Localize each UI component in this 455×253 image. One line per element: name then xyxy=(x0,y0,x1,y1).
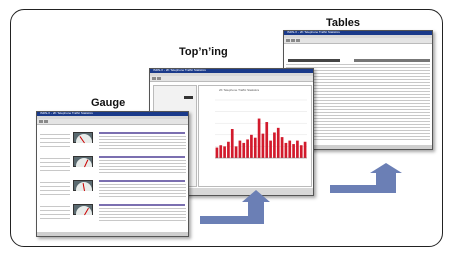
chart-bar xyxy=(215,147,219,158)
gauge-table-row xyxy=(99,142,186,143)
gauge-dial xyxy=(73,156,93,168)
toolbar-button[interactable] xyxy=(286,39,290,42)
topning-toolbar xyxy=(150,76,313,82)
gauge-info-line xyxy=(40,182,70,183)
arrow-to-tables xyxy=(330,163,402,193)
gauge-info-line xyxy=(40,166,70,167)
toolbar-button[interactable] xyxy=(39,120,43,123)
gauge-dial xyxy=(73,204,93,216)
toolbar-button[interactable] xyxy=(152,77,156,80)
chart-bar xyxy=(276,127,280,158)
chart-bar xyxy=(250,134,253,158)
chart-bar xyxy=(265,122,269,158)
tables-window-title: ISDN-X - 2K Telephone Traffic Statistics xyxy=(287,30,340,34)
gauge-table-row xyxy=(99,145,186,146)
gauge-statusbar xyxy=(37,232,188,236)
gauge-table-row xyxy=(99,163,186,164)
tables-label: Tables xyxy=(326,17,361,29)
gauge-table-header xyxy=(99,132,185,134)
gauge-table-row xyxy=(99,220,186,221)
gauge-info-line xyxy=(40,134,70,135)
tables-toolbar xyxy=(284,38,432,44)
gauge-info-line xyxy=(40,194,70,195)
chart-bar xyxy=(219,145,223,158)
gauge-table-row xyxy=(99,148,186,149)
chart-bar xyxy=(296,140,299,158)
gauge-info-line xyxy=(40,186,70,187)
topning-bar-chart xyxy=(215,99,307,159)
gauge-toolbar xyxy=(37,119,188,125)
table-row xyxy=(286,64,430,65)
table-header-highlight xyxy=(288,59,340,62)
gauge-table-row xyxy=(99,184,186,185)
gauge-dial xyxy=(73,132,93,144)
gauge-table-row xyxy=(99,139,186,140)
gauge-table-row xyxy=(99,187,186,188)
gauge-table-header xyxy=(99,180,185,182)
gauge-info-line xyxy=(40,190,70,191)
panel-selection xyxy=(184,96,193,99)
gauge-label: Gauge xyxy=(91,97,126,109)
gauge-table-row xyxy=(99,160,186,161)
gauge-table-row xyxy=(99,136,186,137)
chart-bar xyxy=(242,142,246,158)
gauge-table-row xyxy=(99,217,186,218)
topning-window-title: ISDN-X - 2K Telephone Traffic Statistics xyxy=(153,68,206,72)
chart-bar xyxy=(269,140,272,158)
gauge-table-row xyxy=(99,208,186,209)
gauge-table-row xyxy=(99,169,186,170)
gauge-info-line xyxy=(40,170,70,171)
gauge-info-line xyxy=(40,138,70,139)
gauge-table-header xyxy=(99,204,185,206)
chart-bar xyxy=(288,140,292,158)
table-header xyxy=(354,59,430,62)
gauge-table-row xyxy=(99,193,186,194)
chart-bar xyxy=(230,129,234,158)
gauge-dial xyxy=(73,180,93,192)
gauge-info-line xyxy=(40,142,70,143)
chart-bar xyxy=(299,145,303,158)
gauge-table-row xyxy=(99,190,186,191)
gauge-info-line xyxy=(40,214,70,215)
gauge-info-line xyxy=(40,158,70,159)
gauge-window-title: ISDN-X - 2K Telephone Traffic Statistics xyxy=(40,111,93,115)
gauge-table-header xyxy=(99,156,185,158)
chart-bar xyxy=(253,137,257,158)
gauge-table-row xyxy=(99,196,186,197)
gauge-info-line xyxy=(40,162,70,163)
gauge-info-line xyxy=(40,210,70,211)
chart-bar xyxy=(234,146,238,158)
chart-bar xyxy=(284,142,288,158)
chart-bar xyxy=(238,140,242,158)
gauge-table-row xyxy=(99,211,186,212)
chart-bar xyxy=(280,137,284,158)
gauge-table-row xyxy=(99,166,186,167)
toolbar-button[interactable] xyxy=(296,39,300,42)
chart-bar xyxy=(227,141,230,158)
gauge-info-line xyxy=(40,146,70,147)
chart-bar xyxy=(292,144,295,158)
toolbar-button[interactable] xyxy=(157,77,161,80)
chart-bar xyxy=(246,139,249,158)
gauge-table-row xyxy=(99,214,186,215)
topning-chart-area: 2K Telephone Traffic Statistics xyxy=(198,85,312,187)
chart-bar xyxy=(261,133,265,158)
toolbar-button[interactable] xyxy=(291,39,295,42)
chart-bar xyxy=(257,118,261,158)
gauge-window: ISDN-X - 2K Telephone Traffic Statistics xyxy=(36,111,189,237)
chart-bar xyxy=(273,132,276,158)
gauge-table-row xyxy=(99,172,186,173)
arrow-to-topning xyxy=(200,190,270,224)
chart-bar xyxy=(223,146,226,158)
toolbar-button[interactable] xyxy=(44,120,48,123)
gauge-info-line xyxy=(40,218,70,219)
gauge-info-line xyxy=(40,206,70,207)
topning-label: Top’n’ing xyxy=(179,46,228,58)
chart-bar xyxy=(303,141,307,158)
